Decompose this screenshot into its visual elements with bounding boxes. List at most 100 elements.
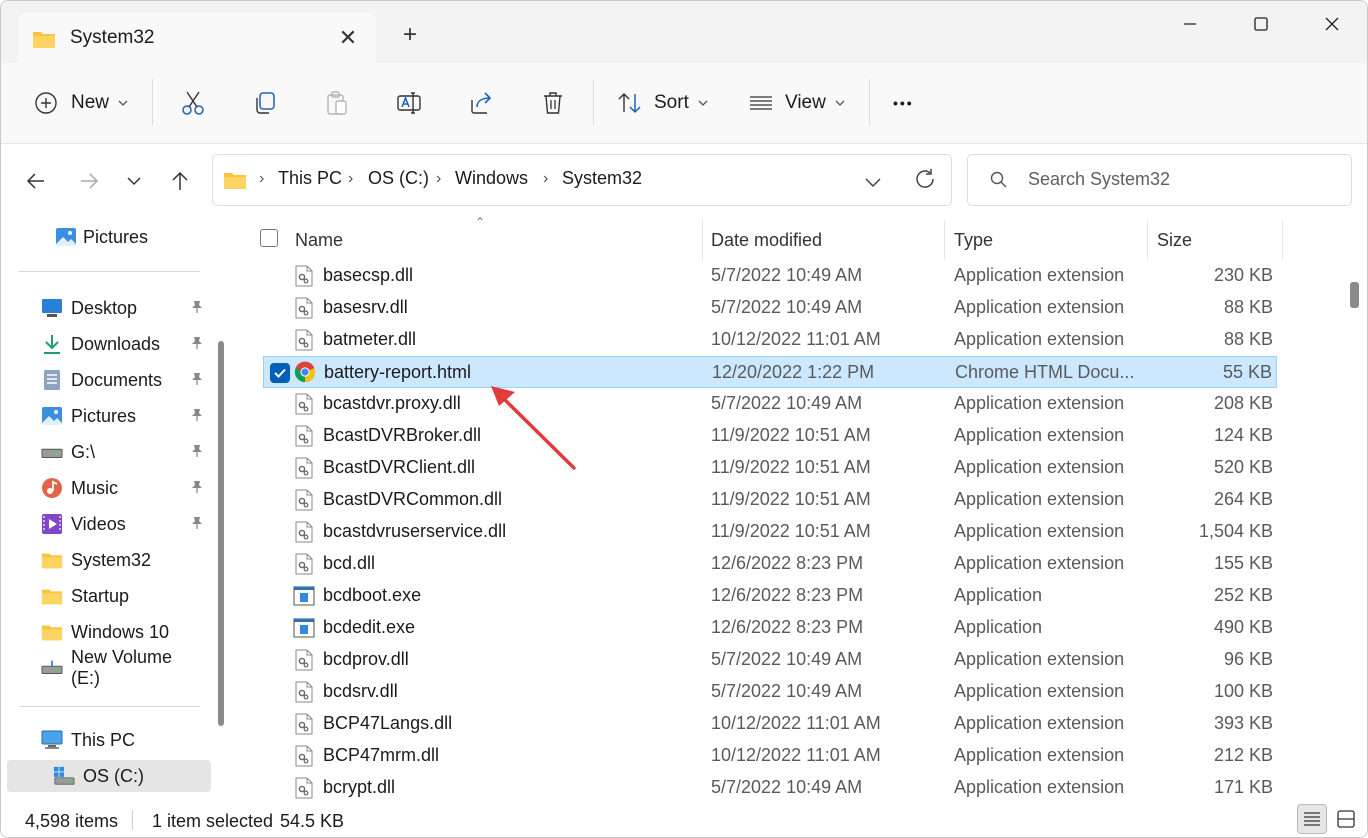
address-history-chevron-icon[interactable] bbox=[865, 174, 881, 192]
file-type: Application extension bbox=[954, 425, 1125, 445]
row-checkbox[interactable] bbox=[270, 363, 290, 383]
new-button[interactable]: New bbox=[34, 85, 128, 121]
dll-icon bbox=[295, 425, 313, 447]
column-date-modified[interactable]: Date modified bbox=[711, 230, 822, 251]
chevron-right-icon: › bbox=[348, 170, 354, 187]
breadcrumb-this-pc[interactable]: This PC bbox=[278, 168, 342, 189]
table-row[interactable]: BCP47mrm.dll 10/12/2022 11:01 AM Applicati… bbox=[263, 740, 1277, 772]
rename-button[interactable] bbox=[396, 85, 422, 121]
select-all-checkbox[interactable] bbox=[260, 229, 278, 247]
table-row[interactable]: bcastdvr.proxy.dll 5/7/2022 10:49 AM Appli… bbox=[263, 388, 1277, 420]
file-type: Application extension bbox=[954, 521, 1125, 541]
share-button[interactable] bbox=[468, 85, 494, 121]
sidebar-item-windows-10[interactable]: Windows 10 bbox=[1, 616, 206, 648]
up-button[interactable] bbox=[165, 166, 195, 196]
recent-locations-button[interactable] bbox=[119, 166, 149, 196]
back-button[interactable] bbox=[21, 166, 51, 196]
table-row[interactable]: basecsp.dll 5/7/2022 10:49 AM Application … bbox=[263, 260, 1277, 292]
table-row[interactable]: bcd.dll 12/6/2022 8:23 PM Application exte… bbox=[263, 548, 1277, 580]
new-tab-button[interactable]: + bbox=[403, 21, 417, 49]
chevron-right-icon: › bbox=[259, 170, 265, 187]
view-button[interactable]: View bbox=[748, 85, 845, 121]
table-row[interactable]: bcrypt.dll 5/7/2022 10:49 AM Application e… bbox=[263, 772, 1277, 804]
file-list-scrollbar[interactable] bbox=[1350, 216, 1367, 802]
table-row[interactable]: BcastDVRBroker.dll 11/9/2022 10:51 AM Appl… bbox=[263, 420, 1277, 452]
forward-button[interactable] bbox=[74, 166, 104, 196]
breadcrumb-system32[interactable]: System32 bbox=[562, 168, 642, 189]
minimize-button[interactable] bbox=[1167, 9, 1213, 39]
chevron-down-icon bbox=[118, 100, 128, 106]
dll-icon bbox=[295, 489, 313, 511]
sidebar-item-label: Desktop bbox=[71, 297, 138, 318]
file-type: Application extension bbox=[954, 713, 1125, 733]
column-name[interactable]: Name bbox=[295, 230, 343, 251]
sidebar-item-pictures-top[interactable]: Pictures bbox=[1, 221, 206, 253]
table-row[interactable]: bcastdvruserservice.dll 11/9/2022 10:51 A… bbox=[263, 516, 1277, 548]
table-row[interactable]: BcastDVRClient.dll 11/9/2022 10:51 AM Appl… bbox=[263, 452, 1277, 484]
more-options-button[interactable]: ••• bbox=[893, 85, 914, 121]
tab-system32[interactable]: System32 ✕ bbox=[18, 13, 376, 63]
copy-button[interactable] bbox=[252, 85, 278, 121]
column-header: ⌃ Name Date modified Type Size bbox=[239, 215, 1349, 262]
sidebar-item-desktop[interactable]: Desktop bbox=[1, 292, 206, 324]
sidebar-item-videos[interactable]: Videos bbox=[1, 508, 206, 540]
drive-icon bbox=[53, 765, 75, 787]
file-name: BCP47mrm.dll bbox=[323, 745, 440, 765]
folder-icon bbox=[41, 585, 63, 607]
file-date: 11/9/2022 10:51 AM bbox=[711, 489, 871, 509]
sidebar-scrollbar[interactable] bbox=[218, 341, 224, 726]
file-size: 100 KB bbox=[1213, 681, 1273, 701]
details-view-button[interactable] bbox=[1297, 804, 1327, 834]
column-size[interactable]: Size bbox=[1157, 230, 1192, 251]
sidebar-item-label: Pictures bbox=[83, 226, 149, 247]
file-name: bcdprov.dll bbox=[323, 649, 409, 669]
table-row[interactable]: bcdsrv.dll 5/7/2022 10:49 AM Application e… bbox=[263, 676, 1277, 708]
column-type[interactable]: Type bbox=[954, 230, 993, 251]
folder-icon bbox=[32, 29, 56, 54]
close-window-button[interactable] bbox=[1309, 9, 1355, 39]
delete-button[interactable] bbox=[540, 85, 566, 121]
close-tab-icon[interactable]: ✕ bbox=[336, 25, 360, 51]
sidebar-item-this-pc[interactable]: This PC bbox=[1, 724, 206, 756]
sidebar-item-documents[interactable]: Documents bbox=[1, 364, 206, 396]
refresh-icon[interactable] bbox=[914, 168, 936, 195]
paste-button[interactable] bbox=[324, 85, 350, 121]
sidebar-item-startup[interactable]: Startup bbox=[1, 580, 206, 612]
scrollbar-thumb[interactable] bbox=[1350, 282, 1359, 308]
cut-button[interactable] bbox=[180, 85, 206, 121]
sidebar-item-music[interactable]: Music bbox=[1, 472, 206, 504]
status-bar: 4,598 items 1 item selected 54.5 KB bbox=[1, 802, 1367, 837]
table-row[interactable]: bcdedit.exe 12/6/2022 8:23 PM Application 4… bbox=[263, 612, 1277, 644]
pictures-icon bbox=[41, 405, 63, 427]
sidebar-item-label: OS (C:) bbox=[83, 765, 144, 786]
table-row-selected[interactable]: battery-report.html 12/20/2022 1:22 PM Chr… bbox=[263, 356, 1277, 388]
breadcrumb-windows[interactable]: Windows bbox=[455, 168, 528, 189]
tiles-view-button[interactable] bbox=[1331, 804, 1361, 834]
sidebar-item-os-c[interactable]: OS (C:) bbox=[7, 760, 211, 792]
table-row[interactable]: batmeter.dll 10/12/2022 11:01 AM Applicati… bbox=[263, 324, 1277, 356]
pin-icon bbox=[190, 480, 204, 497]
address-bar[interactable]: › This PC › OS (C:) › Windows › System32 bbox=[212, 154, 952, 206]
chrome-icon bbox=[294, 361, 316, 383]
sidebar-item-system32[interactable]: System32 bbox=[1, 544, 206, 576]
arrow-up-icon bbox=[172, 171, 188, 190]
table-row[interactable]: BCP47Langs.dll 10/12/2022 11:01 AM Applica… bbox=[263, 708, 1277, 740]
file-type: Application extension bbox=[954, 393, 1125, 413]
breadcrumb-os-c[interactable]: OS (C:) bbox=[368, 168, 429, 189]
sidebar-item-g[interactable]: G:\ bbox=[1, 436, 206, 468]
search-box[interactable]: Search System32 bbox=[967, 154, 1352, 206]
table-row[interactable]: BcastDVRCommon.dll 11/9/2022 10:51 AM Appl… bbox=[263, 484, 1277, 516]
sidebar-item-pictures[interactable]: Pictures bbox=[1, 400, 206, 432]
file-size: 88 KB bbox=[1223, 329, 1273, 349]
table-row[interactable]: bcdboot.exe 12/6/2022 8:23 PM Application 2… bbox=[263, 580, 1277, 612]
file-name: basecsp.dll bbox=[323, 265, 414, 285]
file-date: 10/12/2022 11:01 AM bbox=[711, 329, 881, 349]
table-row[interactable]: basesrv.dll 5/7/2022 10:49 AM Application … bbox=[263, 292, 1277, 324]
sort-button[interactable]: Sort bbox=[617, 85, 708, 121]
chevron-down-icon bbox=[698, 100, 708, 106]
sidebar-item-new-volume-e[interactable]: New Volume (E:) bbox=[1, 647, 206, 688]
file-type: Application bbox=[954, 585, 1043, 605]
table-row[interactable]: bcdprov.dll 5/7/2022 10:49 AM Application … bbox=[263, 644, 1277, 676]
sidebar-item-downloads[interactable]: Downloads bbox=[1, 328, 206, 360]
maximize-button[interactable] bbox=[1238, 9, 1284, 39]
